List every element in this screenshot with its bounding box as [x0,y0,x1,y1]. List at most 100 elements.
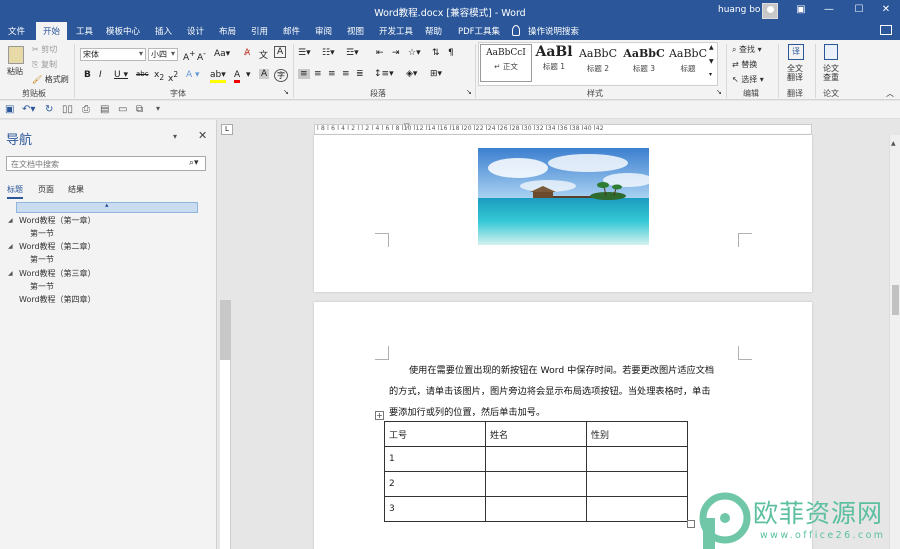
minimize-button[interactable]: — [822,3,836,17]
increase-indent-icon[interactable]: ⇥ [392,48,400,58]
paste-icon[interactable] [8,46,24,64]
nav-close-icon[interactable]: ✕ [198,129,207,142]
font-size-select[interactable]: 小四 [148,48,178,61]
enclose-characters-icon[interactable]: 字 [274,69,288,82]
user-name[interactable]: huang bo [718,5,760,15]
scrollbar-thumb[interactable] [892,285,899,315]
collapse-triangle-icon[interactable]: ◢ [8,217,13,224]
line-spacing-icon[interactable]: ↕≡▾ [374,69,394,79]
highlight-icon[interactable]: ab▾ [210,70,226,83]
decrease-indent-icon[interactable]: ⇤ [376,48,384,58]
table-cell[interactable]: 1 [384,446,486,472]
style-title[interactable]: AaBbC 标题 [662,44,714,82]
find-button[interactable]: ⌕ 查找 ▾ [732,44,762,55]
body-paragraph[interactable]: 使用在需要位置出现的新按钮在 Word 中保存时间。若要更改图片适应文档 的方式… [389,360,749,423]
scroll-up-icon[interactable]: ▲ [891,140,896,147]
shading-bucket-icon[interactable]: ◈▾ [406,69,417,79]
tab-pages[interactable]: 页面 [38,184,54,195]
phonetic-guide-icon[interactable]: 文 [259,48,268,61]
table-header-cell[interactable]: 工号 [384,421,486,447]
nav-current-position[interactable]: ▴ [16,201,198,213]
tab-headings[interactable]: 标题 [7,184,23,199]
tab-home[interactable]: 开始 [36,22,68,40]
font-color-icon[interactable]: A [234,70,241,83]
tab-review[interactable]: 审阅 [315,25,332,37]
character-border-icon[interactable]: A [274,46,287,58]
text-effects-icon[interactable]: A ▾ [186,70,200,80]
table-cell[interactable]: 2 [384,471,486,497]
table-cell[interactable] [586,446,688,472]
table-cell[interactable] [586,471,688,497]
underline-button[interactable]: U ▾ [114,70,128,80]
full-text-translate-button[interactable]: 全文 翻译 [787,64,803,82]
paste-button[interactable]: 粘贴 [7,66,23,77]
table-header-cell[interactable]: 性别 [586,421,688,447]
open-icon[interactable]: ▤ [100,104,109,115]
table-cell[interactable] [485,446,587,472]
format-painter-button[interactable]: 🖌 格式刷 [32,74,69,85]
numbering-icon[interactable]: ☷▾ [322,48,335,58]
tab-selector[interactable]: L [221,124,233,135]
nav-heading-item[interactable]: Word教程（第二章） [19,241,96,252]
distributed-icon[interactable]: ≣ [356,69,364,79]
collapse-triangle-icon[interactable]: ◢ [8,243,13,250]
font-dialog-launcher-icon[interactable]: ↘ [283,88,289,96]
save-icon[interactable]: ▣ [5,104,14,115]
font-name-select[interactable]: 宋体 [80,48,146,61]
tab-insert[interactable]: 插入 [155,25,172,37]
horizontal-ruler[interactable]: l 8 l 6 l 4 l 2 l l 2 l 4 l 6 l 8 l10 l1… [314,124,812,135]
print-preview-icon[interactable]: ⎙ [82,104,90,115]
search-icon[interactable]: ⌕▾ [189,158,206,168]
tab-developer[interactable]: 开发工具 [379,25,413,37]
bullets-icon[interactable]: ☰▾ [298,48,311,58]
multilevel-list-icon[interactable]: ☲▾ [346,48,359,58]
collapse-ribbon-icon[interactable]: ︿ [886,88,894,99]
style-normal[interactable]: AaBbCcI ↵ 正文 [480,44,532,82]
copy-button[interactable]: ⎘ 复制 [32,59,57,70]
justify-icon[interactable]: ≡ [342,69,350,79]
align-right-icon[interactable]: ≡ [328,69,336,79]
table-cell[interactable] [485,471,587,497]
paragraph-dialog-launcher-icon[interactable]: ↘ [466,88,472,96]
print-layout-icon[interactable]: ▯▯ [62,104,73,115]
collapse-triangle-icon[interactable]: ◢ [8,270,13,277]
tab-mailings[interactable]: 邮件 [283,25,300,37]
nav-heading-item[interactable]: Word教程（第三章） [19,268,96,279]
tab-help[interactable]: 帮助 [425,25,442,37]
superscript-button[interactable]: x2 [168,70,178,84]
replace-button[interactable]: ⇄ 替换 [732,59,757,70]
tab-pdf-tools[interactable]: PDF工具集 [458,25,500,37]
subscript-button[interactable]: x2 [154,70,164,82]
shading-icon[interactable]: A [259,69,270,79]
styles-more-icon[interactable]: ▾ [709,71,712,78]
paper-check-icon[interactable] [824,44,838,60]
show-marks-icon[interactable]: ¶ [448,48,454,58]
chinese-layout-icon[interactable]: ☆▾ [408,48,421,58]
align-left-icon[interactable]: ≡ [298,69,310,79]
nav-heading-item[interactable]: 第一节 [30,281,54,292]
align-center-icon[interactable]: ≡ [314,69,322,79]
maximize-button[interactable]: ☐ [852,3,866,17]
table-move-handle-icon[interactable]: + [375,411,384,420]
nav-heading-item[interactable]: Word教程（第一章） [19,215,96,226]
styles-scroll-up-icon[interactable]: ▲ [709,44,714,51]
select-button[interactable]: ↖ 选择 ▾ [732,74,764,85]
nav-options-icon[interactable]: ▾ [173,132,177,141]
cut-button[interactable]: ✂ 剪切 [32,44,57,55]
bold-button[interactable]: B [84,70,91,80]
redo-icon[interactable]: ↻ [45,104,53,115]
beach-photo[interactable] [478,148,649,245]
style-heading-2[interactable]: AaBbC 标题 2 [572,44,624,82]
tell-me-search[interactable]: 操作说明搜索 [528,25,579,37]
tab-references[interactable]: 引用 [251,25,268,37]
styles-dialog-launcher-icon[interactable]: ↘ [716,88,722,96]
borders-icon[interactable]: ⊞▾ [430,69,442,79]
grow-font-button[interactable]: A+ [183,49,195,63]
close-button[interactable]: ✕ [879,3,893,17]
nav-heading-item[interactable]: 第一节 [30,228,54,239]
change-case-button[interactable]: Aa▾ [214,49,230,59]
tab-layout[interactable]: 布局 [219,25,236,37]
clear-formatting-icon[interactable]: A̷ [244,48,250,58]
nav-heading-item[interactable]: Word教程（第四章） [19,294,96,305]
table-header-cell[interactable]: 姓名 [485,421,587,447]
